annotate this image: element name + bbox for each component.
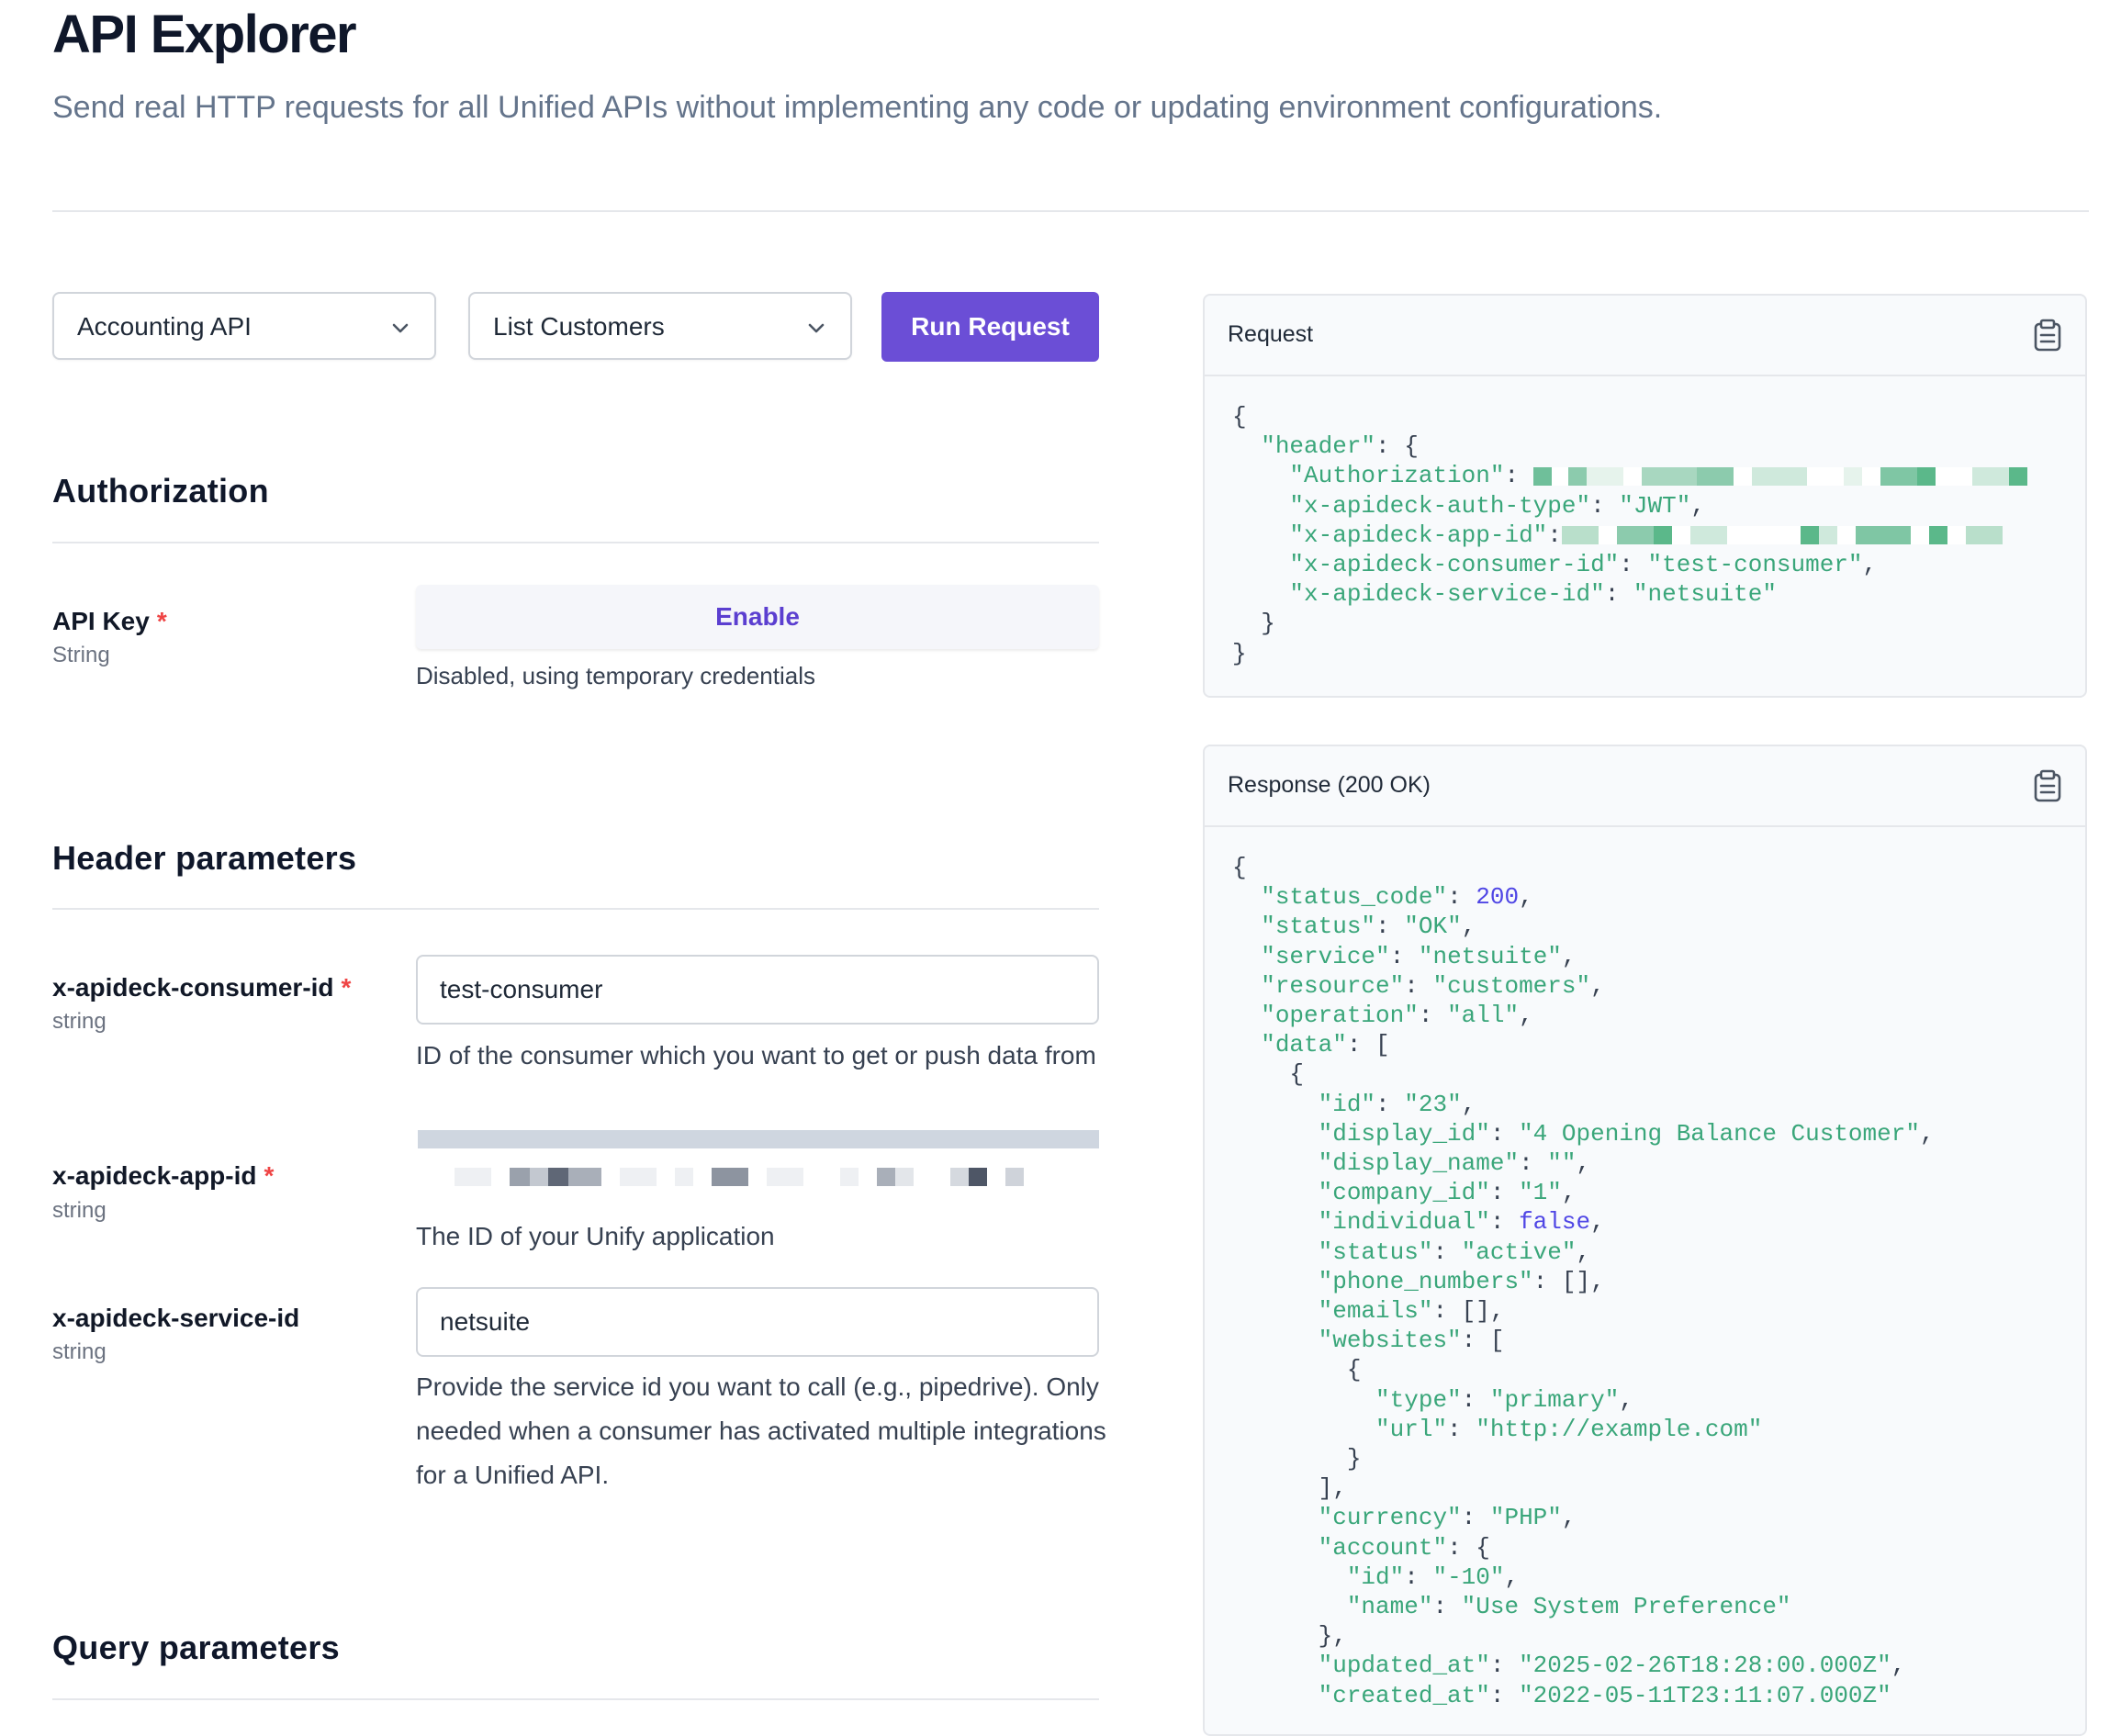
response-code: { "status_code": 200, "status": "OK", "s… bbox=[1232, 854, 1935, 1709]
app-id-redacted-bar bbox=[418, 1130, 1099, 1148]
service-id-description: Provide the service id you want to call … bbox=[416, 1372, 1106, 1489]
authorization-divider bbox=[52, 542, 1099, 543]
run-request-button[interactable]: Run Request bbox=[881, 292, 1099, 362]
api-select[interactable]: Accounting API bbox=[52, 292, 436, 360]
response-panel-header: Response (200 OK) bbox=[1205, 746, 2085, 827]
request-panel-header: Request bbox=[1205, 296, 2085, 376]
service-id-input[interactable] bbox=[416, 1287, 1099, 1357]
response-panel: Response (200 OK) { "status_code": 200, … bbox=[1203, 745, 2087, 1736]
chevron-down-icon bbox=[808, 323, 825, 333]
response-panel-title: Response (200 OK) bbox=[1228, 772, 1431, 798]
app-id-label: x-apideck-app-id * bbox=[52, 1161, 275, 1190]
header-parameters-title: Header parameters bbox=[52, 839, 357, 877]
consumer-id-type: string bbox=[52, 1009, 107, 1034]
api-key-label: API Key * bbox=[52, 607, 167, 635]
api-key-type: String bbox=[52, 643, 110, 667]
request-panel-title: Request bbox=[1228, 321, 1314, 347]
header-divider bbox=[52, 210, 2089, 212]
chevron-down-icon bbox=[392, 323, 409, 333]
request-panel: Request { "header": { "Authorization": "… bbox=[1203, 294, 2087, 698]
required-marker: * bbox=[341, 973, 352, 1002]
operation-select[interactable]: List Customers bbox=[468, 292, 852, 360]
app-id-type: string bbox=[52, 1198, 107, 1223]
consumer-id-input[interactable] bbox=[416, 955, 1099, 1025]
service-id-type: string bbox=[52, 1339, 107, 1364]
query-parameters-divider bbox=[52, 1698, 1099, 1700]
operation-select-label: List Customers bbox=[493, 312, 665, 341]
request-code: { "header": { "Authorization": "x-apidec… bbox=[1205, 376, 2085, 668]
consumer-id-label: x-apideck-consumer-id * bbox=[52, 973, 352, 1002]
authorization-title: Authorization bbox=[52, 472, 269, 510]
api-key-status: Disabled, using temporary credentials bbox=[416, 662, 815, 689]
app-id-redacted-value[interactable] bbox=[455, 1168, 1097, 1186]
header-parameters-divider bbox=[52, 908, 1099, 910]
query-parameters-title: Query parameters bbox=[52, 1629, 340, 1666]
api-select-label: Accounting API bbox=[77, 312, 252, 341]
required-marker: * bbox=[156, 607, 167, 635]
page-subtitle: Send real HTTP requests for all Unified … bbox=[52, 90, 1663, 125]
clipboard-icon[interactable] bbox=[2032, 319, 2063, 352]
consumer-id-description: ID of the consumer which you want to get… bbox=[416, 1041, 1096, 1070]
service-id-label: x-apideck-service-id bbox=[52, 1304, 300, 1332]
required-marker: * bbox=[264, 1161, 275, 1190]
clipboard-icon[interactable] bbox=[2032, 769, 2063, 802]
app-id-description: The ID of your Unify application bbox=[416, 1222, 775, 1250]
enable-api-key-button[interactable]: Enable bbox=[416, 585, 1099, 649]
page-title: API Explorer bbox=[52, 5, 357, 64]
